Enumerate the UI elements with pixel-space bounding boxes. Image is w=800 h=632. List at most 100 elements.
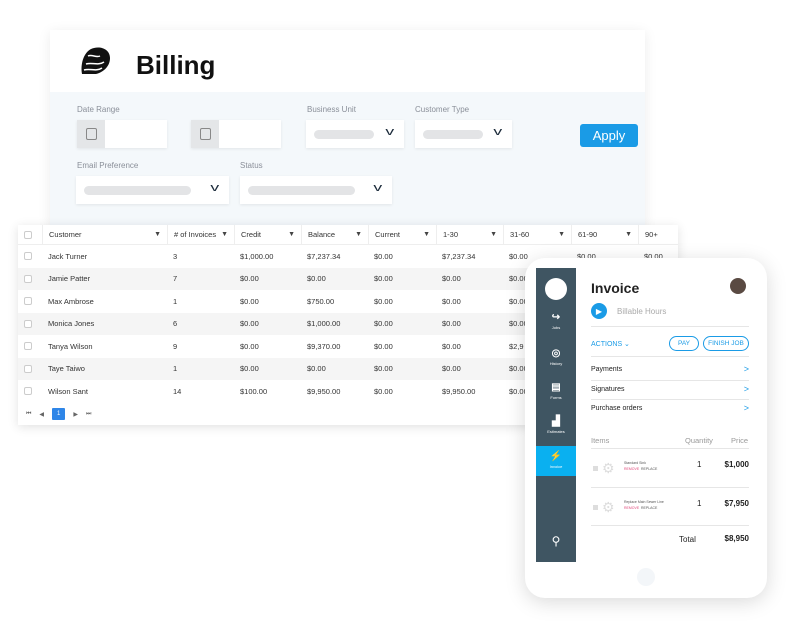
replace-link[interactable]: REPLACE bbox=[641, 467, 657, 471]
business-unit-select[interactable]: v bbox=[306, 120, 404, 148]
column-header[interactable]: # of Invoices ▼ bbox=[167, 225, 234, 244]
table-cell: $0.00 bbox=[240, 296, 259, 306]
purchase-orders-link[interactable]: Purchase orders > bbox=[591, 403, 749, 413]
link-label: Purchase orders bbox=[591, 405, 643, 412]
finish-job-button[interactable]: FINISH JOB bbox=[703, 336, 749, 351]
table-cell: $0.00 bbox=[240, 364, 259, 374]
apply-button[interactable]: Apply bbox=[580, 124, 638, 147]
table-cell: $0.00 bbox=[240, 274, 259, 284]
column-label: 90+ bbox=[645, 230, 658, 239]
item-name: Replace Main Sewer Line bbox=[624, 500, 664, 504]
nav-forms[interactable]: ▤ Forms bbox=[536, 382, 576, 400]
user-avatar[interactable] bbox=[730, 278, 746, 294]
actions-dropdown[interactable]: ACTIONS ⌄ bbox=[591, 340, 630, 348]
pay-button[interactable]: PAY bbox=[669, 336, 699, 351]
select-all-checkbox[interactable] bbox=[18, 225, 42, 244]
table-cell: $1,000.00 bbox=[240, 251, 274, 261]
signatures-link[interactable]: Signatures > bbox=[591, 384, 749, 394]
column-header[interactable]: 90+ bbox=[638, 225, 678, 244]
remove-link[interactable]: REMOVE bbox=[624, 506, 639, 510]
next-page-icon[interactable]: ▶ bbox=[73, 411, 78, 418]
column-header[interactable]: 31-60 ▼ bbox=[503, 225, 571, 244]
table-cell: Max Ambrose bbox=[48, 296, 94, 306]
nav-label: Invoice bbox=[549, 464, 563, 469]
filter-icon[interactable]: ▼ bbox=[288, 231, 295, 238]
replace-link[interactable]: REPLACE bbox=[641, 506, 657, 510]
chevron-down-icon: v bbox=[209, 182, 219, 194]
play-icon[interactable]: ▶ bbox=[591, 303, 607, 319]
table-header: Customer ▼ # of Invoices ▼ Credit ▼ Balance ▼ Cu… bbox=[18, 225, 678, 245]
table-cell: 1 bbox=[173, 364, 178, 374]
search-icon[interactable]: ⚲ bbox=[536, 534, 576, 548]
item-qty: 1 bbox=[697, 460, 702, 469]
status-label: Status bbox=[240, 161, 263, 170]
prev-page-icon[interactable]: ◀ bbox=[39, 411, 44, 418]
payments-link[interactable]: Payments > bbox=[591, 364, 749, 374]
link-label: Signatures bbox=[591, 386, 625, 393]
home-button[interactable] bbox=[637, 568, 655, 586]
column-header[interactable]: Customer ▼ bbox=[42, 225, 167, 244]
item-price: $1,000 bbox=[724, 460, 749, 469]
table-cell: $7,237.34 bbox=[307, 251, 341, 261]
row-checkbox[interactable] bbox=[18, 313, 42, 336]
nav-label: Estimates bbox=[547, 429, 565, 434]
remove-link[interactable]: REMOVE bbox=[624, 467, 639, 471]
table-cell: $0.00 bbox=[374, 274, 393, 284]
row-checkbox[interactable] bbox=[18, 335, 42, 358]
customer-type-label: Customer Type bbox=[415, 105, 470, 114]
filter-icon[interactable]: ▼ bbox=[490, 231, 497, 238]
date-start-input[interactable] bbox=[77, 120, 167, 148]
table-cell: $0.00 bbox=[307, 274, 326, 284]
chevron-down-icon: v bbox=[492, 126, 502, 138]
date-end-input[interactable] bbox=[191, 120, 281, 148]
customer-type-select[interactable]: v bbox=[415, 120, 512, 148]
filter-icon[interactable]: ▼ bbox=[154, 231, 161, 238]
chevron-right-icon: > bbox=[743, 384, 749, 394]
table-cell: $9,950.00 bbox=[442, 386, 476, 396]
column-label: Customer bbox=[49, 230, 82, 239]
nav-jobs[interactable]: ↪ Jobs bbox=[536, 312, 576, 330]
first-page-icon[interactable]: ⏮ bbox=[26, 411, 31, 418]
item-name: Standard Sink bbox=[624, 461, 646, 465]
link-label: Payments bbox=[591, 366, 623, 373]
row-checkbox[interactable] bbox=[18, 268, 42, 291]
jobs-icon: ↪ bbox=[551, 312, 561, 323]
row-checkbox[interactable] bbox=[18, 380, 42, 403]
table-cell: $9,950.00 bbox=[307, 386, 341, 396]
table-cell: $0.00 bbox=[509, 251, 528, 261]
nav-history[interactable]: ◎ History bbox=[536, 348, 576, 366]
page-1-button[interactable]: 1 bbox=[52, 408, 66, 420]
table-cell: $0.00 bbox=[442, 274, 461, 284]
filter-icon[interactable]: ▼ bbox=[423, 231, 430, 238]
billing-panel: Billing Date Range Business Unit v Custo… bbox=[50, 30, 645, 230]
nav-estimates[interactable]: ▟ Estimates bbox=[536, 416, 576, 434]
table-cell: $0.00 bbox=[442, 341, 461, 351]
filter-icon[interactable]: ▼ bbox=[625, 231, 632, 238]
row-checkbox[interactable] bbox=[18, 290, 42, 313]
item-qty: 1 bbox=[697, 499, 702, 508]
filter-icon[interactable]: ▼ bbox=[221, 231, 228, 238]
table-cell: Wilson Sant bbox=[48, 386, 89, 396]
logo-icon bbox=[81, 47, 110, 74]
last-page-icon[interactable]: ⏭ bbox=[86, 411, 91, 418]
table-cell: Jack Turner bbox=[48, 251, 88, 261]
email-preference-select[interactable]: v bbox=[76, 176, 229, 204]
nav-invoice[interactable]: ⚡ Invoice bbox=[536, 446, 576, 476]
row-checkbox[interactable] bbox=[18, 358, 42, 381]
table-cell: Monica Jones bbox=[48, 319, 95, 329]
column-label: 1-30 bbox=[443, 230, 459, 239]
nav-label: Jobs bbox=[551, 325, 561, 330]
column-header[interactable]: Credit ▼ bbox=[234, 225, 301, 244]
column-header[interactable]: 61-90 ▼ bbox=[571, 225, 638, 244]
status-select[interactable]: v bbox=[240, 176, 392, 204]
chevron-right-icon: > bbox=[743, 403, 749, 413]
row-checkbox[interactable] bbox=[18, 245, 42, 268]
column-label: Credit bbox=[241, 230, 262, 239]
column-header[interactable]: 1-30 ▼ bbox=[436, 225, 503, 244]
column-header[interactable]: Balance ▼ bbox=[301, 225, 368, 244]
column-header[interactable]: Current ▼ bbox=[368, 225, 436, 244]
business-unit-label: Business Unit bbox=[307, 105, 356, 114]
filter-bar: Date Range Business Unit v Customer Type… bbox=[50, 92, 645, 230]
filter-icon[interactable]: ▼ bbox=[558, 231, 565, 238]
filter-icon[interactable]: ▼ bbox=[355, 231, 362, 238]
